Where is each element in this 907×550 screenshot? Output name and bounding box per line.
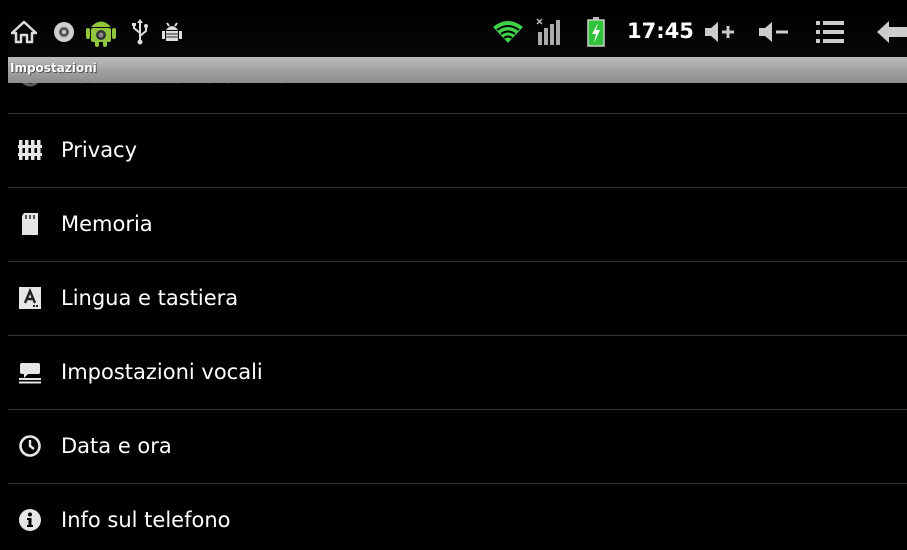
settings-item-lingua-tastiera[interactable]: Lingua e tastiera xyxy=(8,262,907,336)
info-icon xyxy=(18,508,42,532)
status-bar: 17:45 xyxy=(8,8,907,57)
settings-item-impostazioni-vocali[interactable]: Impostazioni vocali xyxy=(8,336,907,410)
signal-icon xyxy=(535,18,563,46)
usb-icon xyxy=(126,18,154,46)
keyboard-language-icon xyxy=(18,286,42,310)
settings-item-label: Lingua e tastiera xyxy=(61,286,239,310)
settings-list[interactable]: Account e sincronizzazi Privacy xyxy=(8,83,907,550)
sync-icon xyxy=(18,83,42,88)
settings-item-label: Account e sincronizzazi xyxy=(61,83,306,113)
status-clock: 17:45 xyxy=(627,19,694,43)
settings-item-memoria[interactable]: Memoria xyxy=(8,188,907,262)
home-icon[interactable] xyxy=(10,18,38,46)
settings-item-privacy[interactable]: Privacy xyxy=(8,114,907,188)
voice-input-icon xyxy=(18,360,42,384)
volume-up-icon[interactable] xyxy=(703,18,737,46)
android-icon xyxy=(85,15,117,49)
settings-item-info-telefono[interactable]: Info sul telefono xyxy=(8,484,907,550)
menu-icon[interactable] xyxy=(815,18,845,46)
battery-charging-icon xyxy=(582,17,610,47)
back-icon[interactable] xyxy=(875,18,907,46)
settings-item-account-sync[interactable]: Account e sincronizzazi xyxy=(8,83,907,114)
volume-down-icon[interactable] xyxy=(757,18,791,46)
debug-icon xyxy=(158,18,186,46)
settings-item-label: Memoria xyxy=(61,212,153,236)
sd-card-icon xyxy=(18,212,42,236)
settings-item-label: Info sul telefono xyxy=(61,508,231,532)
wifi-icon xyxy=(491,18,525,46)
settings-item-label: Privacy xyxy=(61,138,138,162)
clock-icon xyxy=(18,434,42,458)
settings-item-label: Impostazioni vocali xyxy=(61,360,263,384)
android-screen: 17:45 Impostazioni Privacy Memoria Lingu… xyxy=(8,8,907,550)
title-bar: Impostazioni xyxy=(8,57,907,83)
page-title: Impostazioni xyxy=(10,61,97,75)
settings-item-label: Data e ora xyxy=(61,434,172,458)
media-icon xyxy=(50,18,78,46)
settings-item-data-ora[interactable]: Data e ora xyxy=(8,410,907,484)
privacy-fence-icon xyxy=(18,138,42,162)
